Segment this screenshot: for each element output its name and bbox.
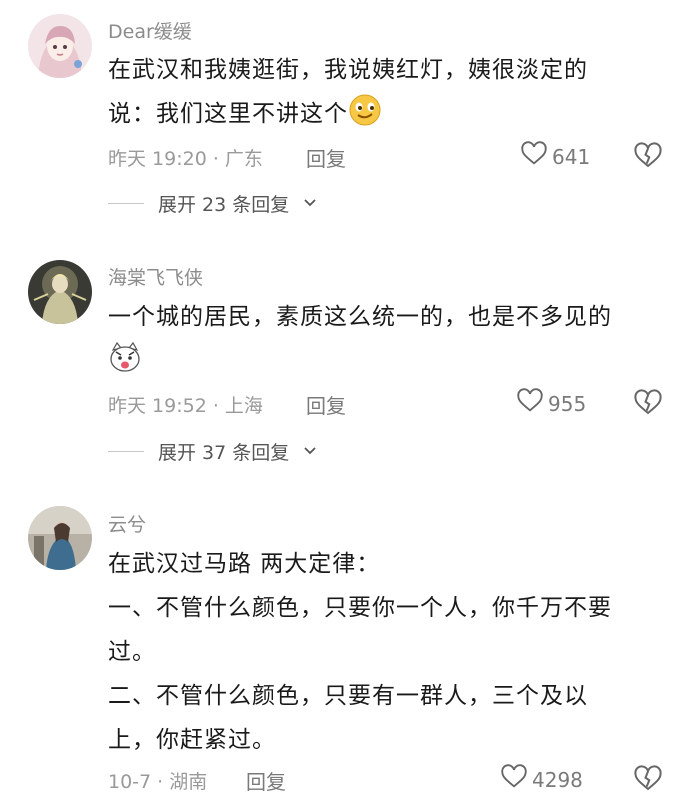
like-button[interactable]: 955 xyxy=(516,387,586,420)
comment-line: 说：我们这里不讲这个 xyxy=(108,101,348,127)
avatar[interactable] xyxy=(28,506,92,570)
like-count: 641 xyxy=(552,144,591,169)
like-count: 4298 xyxy=(532,767,583,792)
comment-line: 在武汉过马路 两大定律： xyxy=(108,551,381,577)
username[interactable]: 云兮 xyxy=(108,510,146,537)
like-button[interactable]: 4298 xyxy=(500,763,583,796)
avatar[interactable] xyxy=(28,14,92,78)
dislike-button[interactable] xyxy=(633,764,663,794)
comment-line: 一、不管什么颜色，只要你一个人，你千万不要 xyxy=(108,595,612,621)
expand-replies-label: 展开 37 条回复 xyxy=(158,442,290,464)
reply-button[interactable]: 回复 xyxy=(306,143,346,172)
chevron-down-icon xyxy=(303,193,317,215)
expand-replies-button[interactable]: 展开 37 条回复 xyxy=(108,438,317,465)
like-button[interactable]: 641 xyxy=(520,140,590,173)
heart-outline-icon xyxy=(520,140,548,173)
comment-line: 上，你赶紧过。 xyxy=(108,727,276,753)
heart-outline-icon xyxy=(500,763,528,796)
comment-text: 在武汉和我姨逛街，我说姨红灯，姨很淡定的 说：我们这里不讲这个 xyxy=(108,48,668,136)
broken-heart-icon xyxy=(633,388,663,418)
comment-line: 二、不管什么颜色，只要有一群人，三个及以 xyxy=(108,683,588,709)
expand-replies-button[interactable]: 展开 23 条回复 xyxy=(108,190,317,217)
avatar[interactable] xyxy=(28,260,92,324)
timestamp-location: 10-7 · 湖南 xyxy=(108,771,208,793)
broken-heart-icon xyxy=(633,141,663,171)
timestamp-location: 昨天 19:20 · 广东 xyxy=(108,148,263,170)
heart-outline-icon xyxy=(516,387,544,420)
comment-text: 一个城的居民，素质这么统一的，也是不多见的 xyxy=(108,295,668,383)
comment-line: 过。 xyxy=(108,639,156,665)
comment-line: 在武汉和我姨逛街，我说姨红灯，姨很淡定的 xyxy=(108,57,588,83)
username[interactable]: 海棠飞飞侠 xyxy=(108,263,203,290)
broken-heart-icon xyxy=(633,764,663,794)
comment-text: 在武汉过马路 两大定律： 一、不管什么颜色，只要你一个人，你千万不要 过。 二、… xyxy=(108,542,668,762)
comment-line: 一个城的居民，素质这么统一的，也是不多见的 xyxy=(108,304,612,330)
dislike-button[interactable] xyxy=(633,141,663,171)
divider xyxy=(108,451,144,452)
username[interactable]: Dear缓缓 xyxy=(108,17,192,44)
chevron-down-icon xyxy=(303,441,317,463)
reply-button[interactable]: 回复 xyxy=(246,766,286,795)
cat-face-emoji xyxy=(108,340,142,374)
divider xyxy=(108,203,144,204)
smirk-face-emoji xyxy=(348,93,382,127)
expand-replies-label: 展开 23 条回复 xyxy=(158,194,290,216)
reply-button[interactable]: 回复 xyxy=(306,390,346,419)
like-count: 955 xyxy=(548,391,587,416)
dislike-button[interactable] xyxy=(633,388,663,418)
timestamp-location: 昨天 19:52 · 上海 xyxy=(108,395,263,417)
